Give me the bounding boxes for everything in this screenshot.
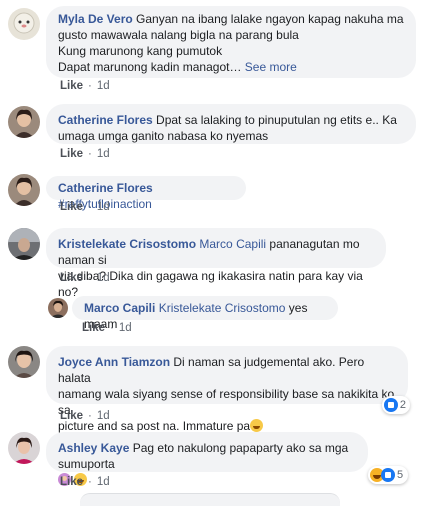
avatar-image	[8, 346, 40, 378]
comment-timestamp[interactable]: 1d	[119, 322, 132, 334]
comment-bubble: Ashley Kaye Pag eto nakulong papaparty a…	[46, 432, 368, 486]
avatar[interactable]	[8, 174, 40, 206]
like-button[interactable]: Like	[60, 201, 83, 213]
avatar-image	[8, 228, 40, 260]
separator-dot: ·	[88, 201, 92, 213]
separator-dot: ·	[88, 148, 92, 160]
comment-bubble: Catherine Flores Dpat sa lalaking to pin…	[46, 104, 416, 144]
comment-text-line: umaga umga ganito nabasa ko nyemas	[58, 129, 269, 143]
avatar-image	[8, 174, 40, 206]
reaction-count: 2	[399, 399, 406, 411]
comment-timestamp[interactable]: 1d	[97, 272, 110, 284]
comment-bubble: Catherine Flores #raffytufloinaction	[46, 176, 246, 211]
separator-dot: ·	[88, 410, 92, 422]
commenter-name[interactable]: Catherine Flores	[58, 181, 153, 195]
avatar[interactable]	[8, 8, 40, 40]
like-button[interactable]: Like	[60, 272, 83, 284]
like-button[interactable]: Like	[60, 476, 83, 488]
comment-bubble: Joyce Ann Tiamzon Di naman sa judgementa…	[46, 346, 408, 433]
comment-actions: Like · 1d	[60, 410, 110, 422]
comment-actions: Like · 1d	[60, 148, 110, 160]
like-button[interactable]: Like	[82, 322, 105, 334]
commenter-name[interactable]: Marco Capili	[84, 301, 155, 315]
comment-text-line: Dapat marunong kadin managot…	[58, 60, 242, 74]
comment-timestamp[interactable]: 1d	[97, 201, 110, 213]
commenter-name[interactable]: Myla De Vero	[58, 12, 133, 26]
comment-timestamp[interactable]: 1d	[97, 476, 110, 488]
avatar[interactable]	[8, 228, 40, 260]
comment-actions: Like · 1d	[82, 322, 132, 334]
avatar[interactable]	[8, 106, 40, 138]
commenter-name[interactable]: Joyce Ann Tiamzon	[58, 355, 170, 369]
avatar-image	[8, 8, 40, 40]
comment-actions: Like · 1d	[60, 476, 110, 488]
comment-text-line: Dpat sa lalaking to pinuputulan ng etits…	[156, 113, 397, 127]
avatar-image	[48, 298, 68, 318]
separator-dot: ·	[88, 272, 92, 284]
like-button[interactable]: Like	[60, 148, 83, 160]
mention-link[interactable]: Marco Capili	[199, 237, 266, 251]
reaction-summary[interactable]: 2	[382, 396, 410, 414]
comment-timestamp[interactable]: 1d	[97, 410, 110, 422]
separator-dot: ·	[88, 476, 92, 488]
avatar[interactable]	[48, 298, 68, 318]
comment-timestamp[interactable]: 1d	[97, 80, 110, 92]
commenter-name[interactable]: Kristelekate Crisostomo	[58, 237, 196, 251]
grinning-emoji	[250, 419, 264, 432]
see-more-link[interactable]: See more	[245, 60, 297, 74]
comment-actions: Like · 1d	[60, 201, 110, 213]
commenter-name[interactable]: Ashley Kaye	[58, 441, 129, 455]
avatar[interactable]	[8, 346, 40, 378]
reaction-count: 5	[397, 469, 404, 481]
comment-bubble: Marco Capili Kristelekate Crisostomo yes…	[72, 296, 338, 331]
like-button[interactable]: Like	[60, 80, 83, 92]
comment-timestamp[interactable]: 1d	[97, 148, 110, 160]
separator-dot: ·	[110, 322, 114, 334]
like-reaction-icon	[381, 468, 395, 482]
comment-text-line: Kung marunong kang pumutok	[58, 44, 223, 58]
avatar-image	[8, 106, 40, 138]
reaction-summary[interactable]: 5	[368, 466, 408, 484]
avatar-image	[8, 432, 40, 464]
like-reaction-icon	[384, 398, 398, 412]
comment-text-line: gusto mawawala nalang bigla na parang bu…	[58, 28, 299, 42]
commenter-name[interactable]: Catherine Flores	[58, 113, 153, 127]
comment-bubble: Kristelekate Crisostomo Marco Capili pan…	[46, 228, 386, 299]
comment-actions: Like · 1d	[60, 272, 110, 284]
like-button[interactable]: Like	[60, 410, 83, 422]
avatar[interactable]	[8, 432, 40, 464]
comment-actions: Like · 1d	[60, 80, 110, 92]
comment-bubble: Myla De Vero Ganyan na ibang lalake ngay…	[46, 6, 416, 78]
comment-text-line: Ganyan na ibang lalake ngayon kapag naku…	[136, 12, 404, 26]
separator-dot: ·	[88, 80, 92, 92]
mention-link[interactable]: Kristelekate Crisostomo	[159, 301, 286, 315]
